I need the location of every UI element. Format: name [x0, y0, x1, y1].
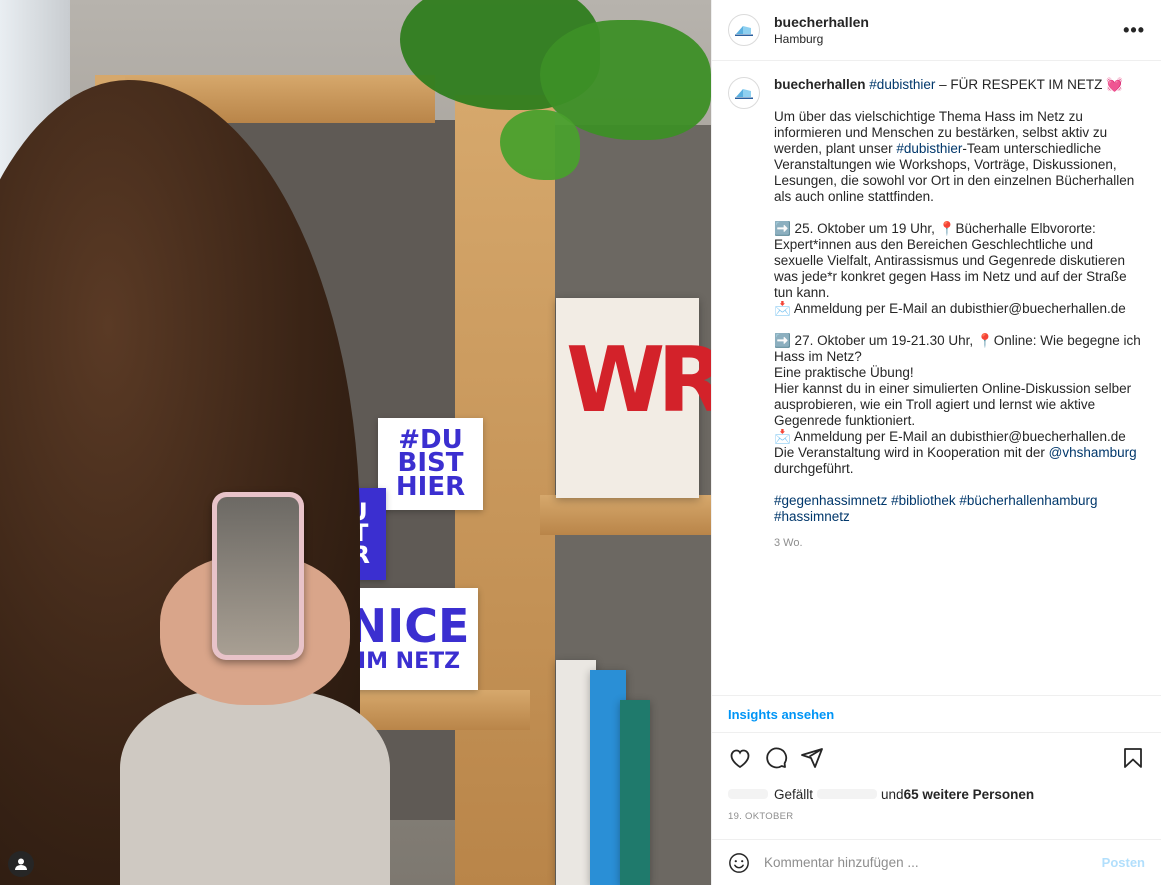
- post-username[interactable]: buecherhallen: [774, 14, 1123, 30]
- tile-imnetz-text: IM NETZ: [357, 648, 461, 674]
- post-photo[interactable]: WR #DU BIST HIER #DU BIST HIER NICE IM N…: [0, 0, 711, 885]
- photo-book-spine-3: [620, 700, 650, 885]
- more-options-button[interactable]: •••: [1123, 20, 1145, 41]
- post-header-meta: buecherhallen Hamburg: [774, 14, 1123, 46]
- insights-row: Insights ansehen: [712, 695, 1161, 733]
- tile-nice-im-netz: NICE IM NETZ: [340, 588, 478, 690]
- likes-middle: und: [881, 786, 904, 802]
- caption-hashtag-title[interactable]: #dubisthier: [869, 77, 935, 92]
- caption-time-ago[interactable]: 3 Wo.: [774, 535, 1145, 551]
- shelf-right-board: [540, 495, 711, 535]
- liker-avatars-redacted: [728, 789, 768, 799]
- comment-input[interactable]: [764, 855, 1102, 870]
- action-bar: [712, 733, 1161, 783]
- comment-bar: Posten: [712, 839, 1161, 885]
- hashtag-link[interactable]: #bibliothek: [891, 493, 956, 508]
- tagged-users-button[interactable]: [8, 851, 34, 877]
- liker-name-redacted[interactable]: [817, 789, 878, 799]
- buecherhallen-logo-icon: [735, 89, 753, 99]
- insights-link[interactable]: Insights ansehen: [728, 707, 834, 722]
- post-location[interactable]: Hamburg: [774, 32, 1123, 46]
- likes-prefix: Gefällt: [774, 786, 814, 802]
- tile-dubisthier: #DU BIST HIER: [378, 418, 483, 510]
- post-header: buecherhallen Hamburg •••: [712, 0, 1161, 61]
- comment-icon[interactable]: [764, 746, 788, 770]
- post-comment-button[interactable]: Posten: [1102, 855, 1145, 870]
- caption-title-rest: – FÜR RESPEKT IM NETZ 💓: [935, 77, 1123, 92]
- book-title-letters: WR: [566, 328, 711, 433]
- hashtag-link[interactable]: #bücherhallenhamburg: [959, 493, 1097, 508]
- caption-event-2: ➡️ 27. Oktober um 19-21.30 Uhr, 📍Online:…: [774, 333, 1141, 460]
- buecherhallen-logo-icon: [735, 26, 753, 36]
- shelf-lower-board: [350, 690, 530, 730]
- caption: buecherhallen #dubisthier – FÜR RESPEKT …: [728, 77, 1145, 551]
- avatar[interactable]: [728, 14, 760, 46]
- comments-area: buecherhallen #dubisthier – FÜR RESPEKT …: [712, 61, 1161, 695]
- caption-event-1: ➡️ 25. Oktober um 19 Uhr, 📍Bücherhalle E…: [774, 221, 1127, 316]
- hashtag-link[interactable]: #gegenhassimnetz: [774, 493, 887, 508]
- tile-nice-text: NICE: [348, 599, 470, 654]
- post-date[interactable]: 19. OKTOBER: [712, 805, 1161, 827]
- photo-phone-screen: [217, 497, 299, 655]
- photo-person-shirt: [120, 690, 390, 885]
- caption-text: buecherhallen #dubisthier – FÜR RESPEKT …: [774, 77, 1145, 551]
- post-side-panel: buecherhallen Hamburg ••• buecherhallen …: [711, 0, 1161, 885]
- instagram-post-view: WR #DU BIST HIER #DU BIST HIER NICE IM N…: [0, 0, 1161, 885]
- caption-paragraph-1-hashtag[interactable]: #dubisthier: [896, 141, 962, 156]
- emoji-icon[interactable]: [728, 852, 750, 874]
- heart-icon[interactable]: [728, 746, 752, 770]
- user-icon: [15, 858, 27, 870]
- photo-book-cover: WR: [556, 298, 711, 498]
- photo-phone: [212, 492, 304, 660]
- share-icon[interactable]: [800, 746, 824, 770]
- hashtag-link[interactable]: #hassimnetz: [774, 509, 850, 524]
- caption-username[interactable]: buecherhallen: [774, 77, 866, 92]
- caption-avatar[interactable]: [728, 77, 760, 109]
- likes-others-link[interactable]: 65 weitere Personen: [904, 787, 1035, 802]
- likes-summary: Gefällt und 65 weitere Personen: [712, 783, 1161, 805]
- bookmark-icon[interactable]: [1121, 746, 1145, 770]
- caption-mention-vhshamburg[interactable]: @vhshamburg: [1049, 445, 1137, 460]
